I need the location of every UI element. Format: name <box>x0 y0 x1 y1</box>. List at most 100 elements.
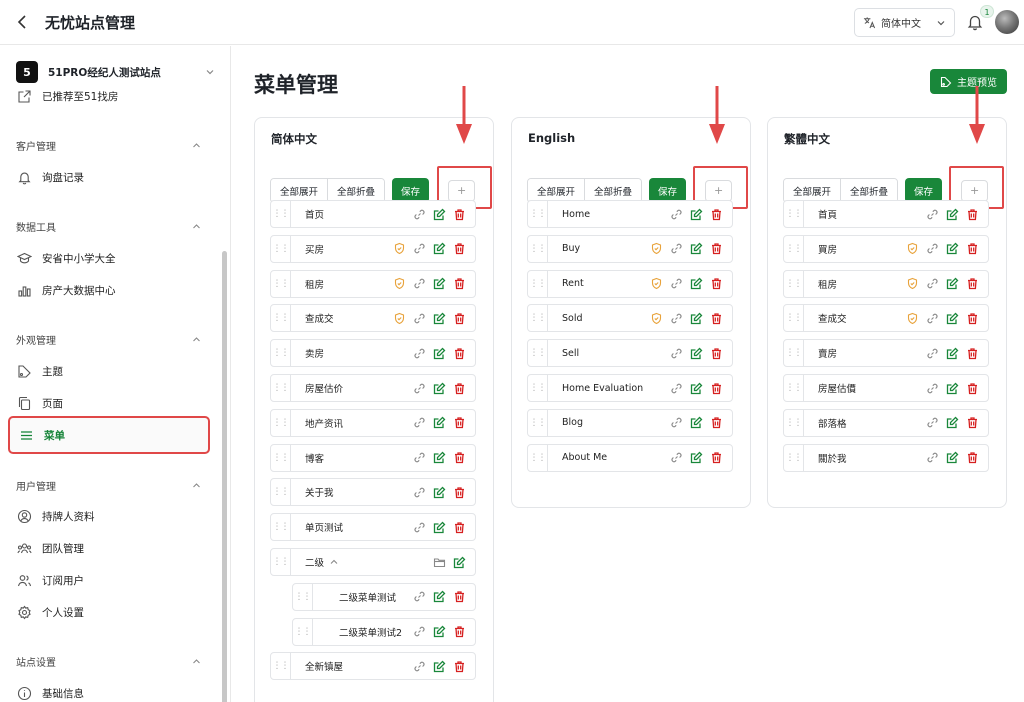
menu-item[interactable]: ⋮⋮ 卖房 <box>270 339 476 368</box>
menu-item[interactable]: ⋮⋮ 关于我 <box>270 478 476 507</box>
sidebar-item-subscribers[interactable]: 订阅用户 <box>8 564 210 596</box>
menu-item[interactable]: ⋮⋮ 首页 <box>270 200 476 228</box>
menu-item[interactable]: ⋮⋮ 房屋估價 <box>783 374 989 402</box>
menu-item[interactable]: ⋮⋮ Home Evaluation <box>527 374 733 402</box>
drag-handle-icon[interactable]: ⋮⋮ <box>784 444 804 471</box>
edit-icon[interactable] <box>690 416 703 429</box>
edit-icon[interactable] <box>946 416 959 429</box>
drag-handle-icon[interactable]: ⋮⋮ <box>293 618 313 645</box>
language-select[interactable]: 简体中文 <box>854 8 955 37</box>
drag-handle-icon[interactable]: ⋮⋮ <box>784 305 804 332</box>
link-icon[interactable] <box>413 347 426 360</box>
menu-item[interactable]: ⋮⋮ Blog <box>527 408 733 437</box>
user-avatar[interactable] <box>995 10 1019 34</box>
edit-icon[interactable] <box>690 347 703 360</box>
delete-icon[interactable] <box>710 277 723 290</box>
submenu-item[interactable]: ⋮⋮ 二级菜单测试2 <box>292 617 476 646</box>
link-icon[interactable] <box>926 208 939 221</box>
drag-handle-icon[interactable]: ⋮⋮ <box>271 479 291 506</box>
drag-handle-icon[interactable]: ⋮⋮ <box>528 270 548 297</box>
sidebar-item-inquiries[interactable]: 询盘记录 <box>8 161 210 193</box>
delete-icon[interactable] <box>710 416 723 429</box>
edit-icon[interactable] <box>433 590 446 603</box>
link-icon[interactable] <box>670 277 683 290</box>
link-icon[interactable] <box>670 208 683 221</box>
delete-icon[interactable] <box>453 486 466 499</box>
link-icon[interactable] <box>413 486 426 499</box>
drag-handle-icon[interactable]: ⋮⋮ <box>784 235 804 262</box>
sidebar-item-team[interactable]: 团队管理 <box>8 532 210 564</box>
menu-item[interactable]: ⋮⋮ 關於我 <box>783 443 989 472</box>
link-icon[interactable] <box>413 625 426 638</box>
drag-handle-icon[interactable]: ⋮⋮ <box>271 270 291 297</box>
menu-item[interactable]: ⋮⋮ Sold <box>527 304 733 333</box>
sidebar-item-schools[interactable]: 安省中小学大全 <box>8 242 210 274</box>
link-icon[interactable] <box>413 451 426 464</box>
link-icon[interactable] <box>926 277 939 290</box>
link-icon[interactable] <box>413 416 426 429</box>
delete-icon[interactable] <box>966 451 979 464</box>
collapse-all-button[interactable]: 全部折叠 <box>327 179 385 202</box>
edit-icon[interactable] <box>690 208 703 221</box>
link-icon[interactable] <box>413 242 426 255</box>
edit-icon[interactable] <box>690 277 703 290</box>
drag-handle-icon[interactable]: ⋮⋮ <box>271 653 291 680</box>
drag-handle-icon[interactable]: ⋮⋮ <box>271 409 291 436</box>
menu-item[interactable]: ⋮⋮ Sell <box>527 339 733 368</box>
edit-icon[interactable] <box>433 625 446 638</box>
sidebar-section-customer[interactable]: 客户管理 <box>16 137 202 153</box>
delete-icon[interactable] <box>453 590 466 603</box>
delete-icon[interactable] <box>453 660 466 673</box>
drag-handle-icon[interactable]: ⋮⋮ <box>528 409 548 436</box>
edit-icon[interactable] <box>946 382 959 395</box>
drag-handle-icon[interactable]: ⋮⋮ <box>271 340 291 367</box>
delete-icon[interactable] <box>453 277 466 290</box>
edit-icon[interactable] <box>946 242 959 255</box>
drag-handle-icon[interactable]: ⋮⋮ <box>271 201 291 227</box>
delete-icon[interactable] <box>710 382 723 395</box>
drag-handle-icon[interactable]: ⋮⋮ <box>528 305 548 332</box>
edit-icon[interactable] <box>690 451 703 464</box>
drag-handle-icon[interactable]: ⋮⋮ <box>784 270 804 297</box>
menu-item[interactable]: ⋮⋮ 地产资讯 <box>270 408 476 437</box>
edit-icon[interactable] <box>946 312 959 325</box>
drag-handle-icon[interactable]: ⋮⋮ <box>293 583 313 610</box>
drag-handle-icon[interactable]: ⋮⋮ <box>528 444 548 471</box>
delete-icon[interactable] <box>453 382 466 395</box>
sidebar-item-pages[interactable]: 页面 <box>8 387 210 419</box>
drag-handle-icon[interactable]: ⋮⋮ <box>784 375 804 401</box>
menu-item[interactable]: ⋮⋮ 买房 <box>270 234 476 263</box>
drag-handle-icon[interactable]: ⋮⋮ <box>271 375 291 401</box>
link-icon[interactable] <box>413 660 426 673</box>
menu-item[interactable]: ⋮⋮ Rent <box>527 269 733 298</box>
edit-icon[interactable] <box>433 486 446 499</box>
collapse-all-button[interactable]: 全部折叠 <box>840 179 898 202</box>
delete-icon[interactable] <box>710 208 723 221</box>
link-icon[interactable] <box>413 521 426 534</box>
drag-handle-icon[interactable]: ⋮⋮ <box>271 444 291 471</box>
edit-icon[interactable] <box>946 277 959 290</box>
link-icon[interactable] <box>926 312 939 325</box>
edit-icon[interactable] <box>433 277 446 290</box>
delete-icon[interactable] <box>453 521 466 534</box>
collapse-all-button[interactable]: 全部折叠 <box>584 179 642 202</box>
menu-item[interactable]: ⋮⋮ About Me <box>527 443 733 472</box>
link-icon[interactable] <box>413 208 426 221</box>
menu-item[interactable]: ⋮⋮ 查成交 <box>783 304 989 333</box>
sidebar-scrollbar[interactable] <box>222 251 227 702</box>
drag-handle-icon[interactable]: ⋮⋮ <box>271 305 291 332</box>
delete-icon[interactable] <box>453 312 466 325</box>
delete-icon[interactable] <box>966 382 979 395</box>
menu-item[interactable]: ⋮⋮ 单页测试 <box>270 513 476 542</box>
edit-icon[interactable] <box>433 312 446 325</box>
drag-handle-icon[interactable]: ⋮⋮ <box>784 409 804 436</box>
delete-icon[interactable] <box>966 416 979 429</box>
drag-handle-icon[interactable]: ⋮⋮ <box>271 514 291 541</box>
delete-icon[interactable] <box>453 416 466 429</box>
link-icon[interactable] <box>413 277 426 290</box>
drag-handle-icon[interactable]: ⋮⋮ <box>271 549 291 575</box>
link-icon[interactable] <box>670 416 683 429</box>
edit-icon[interactable] <box>433 242 446 255</box>
sidebar-section-appearance[interactable]: 外观管理 <box>16 331 202 347</box>
sidebar-item-recommend[interactable]: 已推荐至51找房 <box>8 80 210 112</box>
